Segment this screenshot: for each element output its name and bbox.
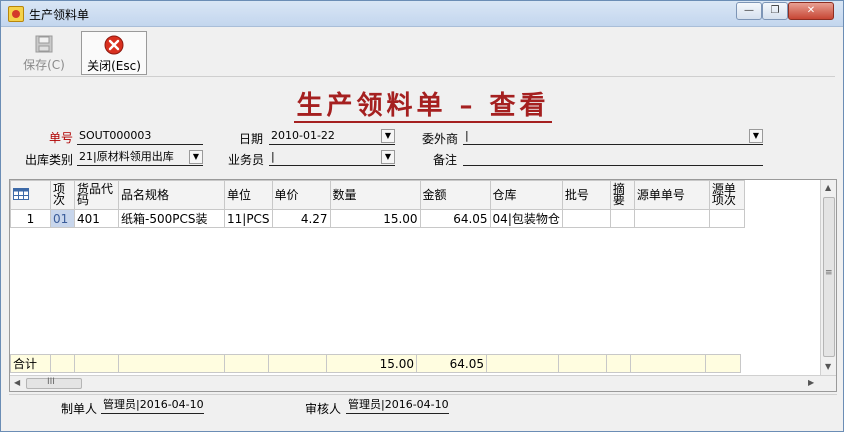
close-button[interactable]: 关闭(Esc)	[81, 31, 147, 75]
row-number: 1	[10, 209, 51, 228]
remark-label: 备注	[433, 153, 458, 167]
scroll-up-icon[interactable]: ▲	[825, 183, 831, 192]
total-empty	[630, 354, 706, 373]
vertical-scroll-thumb[interactable]: ≡	[823, 197, 835, 357]
total-empty	[558, 354, 607, 373]
save-icon	[35, 35, 53, 53]
order-no-label: 单号	[49, 131, 74, 145]
total-empty	[486, 354, 559, 373]
footer-divider	[9, 394, 837, 395]
save-label: 保存(C)	[23, 58, 65, 72]
total-empty	[50, 354, 75, 373]
page-title: 生产领料单 – 查看	[294, 91, 552, 123]
date-value: 2010-01-22	[271, 129, 335, 142]
page-title-wrap: 生产领料单 – 查看	[1, 85, 844, 123]
name-cell[interactable]: 纸箱-500PCS装	[118, 209, 225, 228]
col-header[interactable]: 品名规格	[118, 180, 225, 210]
table-row[interactable]: 1 01 401 纸箱-500PCS装 11|PCS 4.27 15.00 64…	[10, 209, 745, 228]
auditor-label: 审核人	[305, 402, 342, 416]
salesman-value: |	[271, 150, 275, 163]
toolbar: 保存(C) 关闭(Esc)	[9, 29, 835, 77]
col-header[interactable]: 单价	[271, 180, 331, 210]
col-header[interactable]: 金额	[419, 180, 491, 210]
col-header[interactable]: 货品代码	[74, 180, 119, 210]
salesman-label: 业务员	[228, 153, 265, 167]
out-type-field[interactable]: 21|原材料领用出库 ▼	[77, 149, 203, 166]
chevron-down-icon[interactable]: ▼	[749, 129, 763, 143]
close-icon	[104, 35, 124, 55]
window-title: 生产领料单	[29, 8, 90, 22]
col-header[interactable]: 批号	[561, 180, 611, 210]
chevron-down-icon[interactable]: ▼	[381, 150, 395, 164]
save-button[interactable]: 保存(C)	[11, 31, 77, 75]
out-type-label: 出库类别	[25, 153, 74, 167]
auditor-field: 管理员|2016-04-10	[346, 397, 449, 414]
scroll-right-icon[interactable]: ▶	[808, 378, 814, 387]
batch-cell[interactable]	[561, 209, 611, 228]
date-label: 日期	[239, 132, 264, 146]
col-header[interactable]: 项次	[50, 180, 75, 210]
minimize-button[interactable]: —	[736, 2, 762, 20]
src-no-cell[interactable]	[633, 209, 710, 228]
total-label: 合计	[10, 354, 51, 373]
scroll-left-icon[interactable]: ◀	[14, 378, 20, 387]
col-header[interactable]: 仓库	[489, 180, 563, 210]
close-label: 关闭(Esc)	[87, 59, 141, 73]
qty-cell[interactable]: 15.00	[329, 209, 421, 228]
unit-cell[interactable]: 11|PCS	[224, 209, 273, 228]
vertical-scrollbar[interactable]: ▲ ≡ ▼	[820, 180, 836, 375]
maker-field: 管理员|2016-04-10	[101, 397, 204, 414]
total-empty	[268, 354, 327, 373]
chevron-down-icon[interactable]: ▼	[381, 129, 395, 143]
col-header[interactable]: 源单项次	[708, 180, 745, 210]
detail-table: 项次 货品代码 品名规格 单位 单价 数量 金额 仓库 批号 摘要 源单单号 源…	[10, 180, 745, 228]
total-empty	[606, 354, 631, 373]
subcontractor-field[interactable]: | ▼	[463, 128, 763, 145]
scroll-grip: ≡	[825, 268, 833, 278]
app-window: 生产领料单 — ❐ ✕ 保存(C) 关闭(Esc) 生产领料单 – 查看 单号 …	[0, 0, 844, 432]
subcontractor-label: 委外商	[422, 132, 459, 146]
total-empty	[74, 354, 119, 373]
horizontal-scrollbar[interactable]: ◀ III ▶	[10, 375, 836, 391]
summary-cell[interactable]	[609, 209, 635, 228]
total-row: 合计 15.00 64.05	[10, 354, 741, 373]
maximize-button[interactable]: ❐	[762, 2, 788, 20]
chevron-down-icon[interactable]: ▼	[189, 150, 203, 164]
subcontractor-value: |	[465, 129, 469, 142]
app-icon	[8, 6, 24, 22]
title-bar: 生产领料单 — ❐ ✕	[1, 1, 843, 27]
col-header[interactable]: 摘要	[609, 180, 635, 210]
col-header[interactable]: 源单单号	[633, 180, 710, 210]
row-select-header[interactable]	[10, 180, 51, 210]
detail-grid: 项次 货品代码 品名规格 单位 单价 数量 金额 仓库 批号 摘要 源单单号 源…	[9, 179, 837, 392]
maker-label: 制单人	[61, 402, 98, 416]
src-item-cell[interactable]	[708, 209, 745, 228]
date-field[interactable]: 2010-01-22 ▼	[269, 128, 395, 145]
item-cell[interactable]: 01	[50, 209, 75, 228]
remark-field[interactable]	[463, 149, 763, 166]
total-qty: 15.00	[326, 354, 417, 373]
grid-icon	[13, 188, 29, 200]
h-scroll-grip: III	[47, 377, 55, 387]
total-amount: 64.05	[416, 354, 487, 373]
col-header[interactable]: 数量	[329, 180, 421, 210]
price-cell[interactable]: 4.27	[271, 209, 331, 228]
total-empty	[705, 354, 741, 373]
order-no-field[interactable]: SOUT000003	[77, 128, 203, 145]
total-empty	[224, 354, 269, 373]
amount-cell[interactable]: 64.05	[419, 209, 491, 228]
window-close-button[interactable]: ✕	[788, 2, 834, 20]
total-empty	[118, 354, 225, 373]
total-table: 合计 15.00 64.05	[10, 354, 741, 373]
warehouse-cell[interactable]: 04|包装物仓	[489, 209, 563, 228]
table-header-row: 项次 货品代码 品名规格 单位 单价 数量 金额 仓库 批号 摘要 源单单号 源…	[10, 180, 745, 210]
scroll-down-icon[interactable]: ▼	[825, 362, 831, 371]
col-header[interactable]: 单位	[224, 180, 273, 210]
salesman-field[interactable]: | ▼	[269, 149, 395, 166]
horizontal-scroll-thumb[interactable]: III	[26, 377, 82, 389]
code-cell[interactable]: 401	[74, 209, 119, 228]
out-type-value: 21|原材料领用出库	[79, 150, 174, 163]
